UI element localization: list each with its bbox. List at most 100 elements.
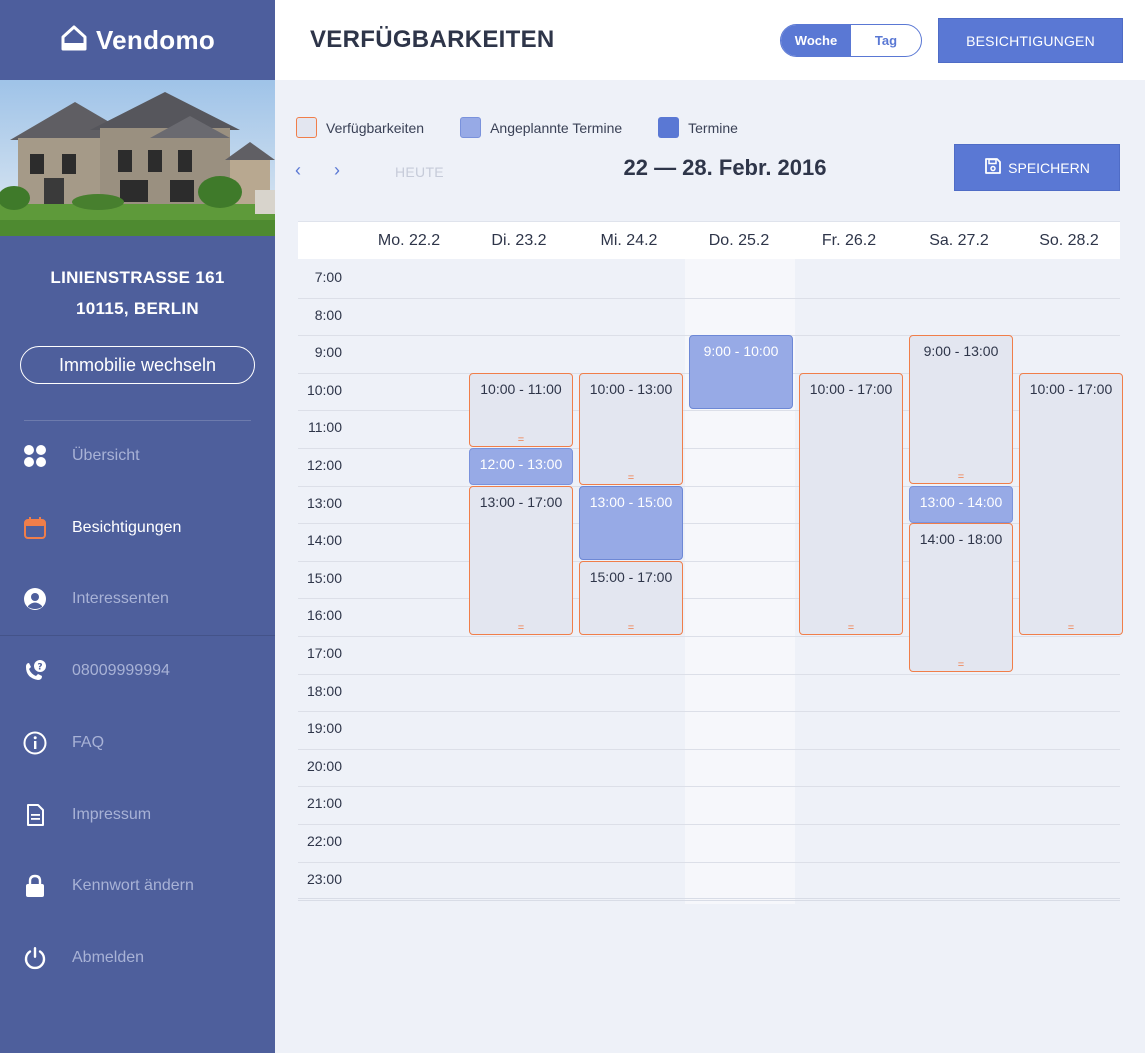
sidebar-item-label: Übersicht [72, 447, 140, 464]
legend-swatch [296, 117, 317, 138]
sidebar-item-phone[interactable]: ? 08009999994 [0, 651, 275, 691]
slot-time-label: 10:00 - 17:00 [809, 381, 893, 397]
legend-swatch [658, 117, 680, 138]
user-circle-icon [22, 586, 48, 612]
availability-slot[interactable]: 15:00 - 17:00 = [579, 561, 683, 635]
save-button[interactable]: SPEICHERN [954, 144, 1120, 191]
legend-item-appointments: Termine [658, 117, 738, 138]
hour-label: 14:00 [306, 532, 342, 548]
resize-handle-icon[interactable]: = [848, 623, 854, 634]
sidebar-divider [0, 635, 275, 636]
slot-time-label: 10:00 - 13:00 [589, 381, 673, 397]
day-header[interactable]: So. 28.2 [1014, 232, 1124, 250]
legend-swatch [460, 117, 482, 138]
hour-label: 7:00 [314, 269, 342, 285]
availability-slot[interactable]: 14:00 - 18:00 = [909, 523, 1013, 672]
hour-label: 22:00 [306, 833, 342, 849]
toggle-week[interactable]: Woche [781, 25, 851, 56]
hour-label: 8:00 [314, 307, 342, 323]
legend-label: Angeplannte Termine [490, 119, 623, 136]
legend-item-planned: Angeplannte Termine [460, 117, 622, 138]
resize-handle-icon[interactable]: = [628, 623, 634, 634]
sidebar-item-label: Abmelden [72, 949, 145, 966]
calendar-icon [22, 515, 48, 541]
resize-handle-icon[interactable]: = [518, 435, 524, 446]
sidebar-item-besichtigungen[interactable]: Besichtigungen [0, 508, 275, 548]
power-icon [22, 945, 48, 971]
slot-time-label: 12:00 - 13:00 [479, 456, 563, 472]
availability-slot[interactable]: 10:00 - 13:00 = [579, 373, 683, 485]
slot-time-label: 9:00 - 10:00 [703, 343, 779, 359]
hour-label: 21:00 [306, 795, 342, 811]
day-header[interactable]: Mi. 24.2 [574, 232, 684, 250]
availability-slot[interactable]: 10:00 - 17:00 = [1019, 373, 1123, 635]
house-logo-icon [60, 25, 88, 56]
week-range-title: 22 — 28. Febr. 2016 [623, 155, 827, 180]
slot-time-label: 14:00 - 18:00 [919, 531, 1003, 547]
sidebar-item-label: Interessenten [72, 590, 169, 607]
appointment-slot[interactable]: 13:00 - 15:00 [579, 486, 683, 560]
hour-gridline [298, 711, 1120, 712]
hour-gridline [298, 674, 1120, 675]
hour-label: 10:00 [306, 382, 342, 398]
sidebar-item-uebersicht[interactable]: Übersicht [0, 436, 275, 476]
hour-label: 17:00 [306, 645, 342, 661]
hour-label: 19:00 [306, 720, 342, 736]
switch-property-button[interactable]: Immobilie wechseln [20, 346, 255, 384]
legend-item-availability: Verfügbarkeiten [296, 117, 424, 138]
availability-slot[interactable]: 10:00 - 11:00 = [469, 373, 573, 447]
sidebar-item-faq[interactable]: FAQ [0, 723, 275, 763]
day-header[interactable]: Sa. 27.2 [904, 232, 1014, 250]
slot-time-label: 13:00 - 17:00 [479, 494, 563, 510]
day-header[interactable]: Mo. 22.2 [354, 232, 464, 250]
hour-gridline [298, 749, 1120, 750]
prev-week-chevron-icon[interactable]: ‹ [295, 160, 301, 181]
logo-text: Vendomo [95, 24, 216, 55]
availability-slot[interactable]: 9:00 - 13:00 = [909, 335, 1013, 484]
slot-time-label: 13:00 - 15:00 [589, 494, 673, 510]
legend: Verfügbarkeiten Angeplannte Termine Term… [296, 117, 774, 138]
resize-handle-icon[interactable]: = [958, 660, 964, 671]
appointment-slot[interactable]: 12:00 - 13:00 [469, 448, 573, 485]
slot-time-label: 10:00 - 17:00 [1029, 381, 1113, 397]
week-calendar: Mo. 22.2 Di. 23.2 Mi. 24.2 Do. 25.2 Fr. 26.2… [298, 221, 1123, 904]
sidebar-divider [24, 420, 251, 421]
hour-label: 13:00 [306, 495, 342, 511]
sidebar-item-label: FAQ [72, 734, 105, 751]
logo[interactable]: Vendomo [0, 0, 275, 80]
sidebar-item-label: Besichtigungen [72, 519, 182, 536]
toggle-day[interactable]: Tag [851, 25, 921, 56]
day-header[interactable]: Do. 25.2 [684, 232, 794, 250]
slot-time-label: 13:00 - 14:00 [919, 494, 1003, 510]
appointment-slot[interactable]: 13:00 - 14:00 [909, 486, 1013, 523]
availability-slot[interactable]: 10:00 - 17:00 = [799, 373, 903, 635]
legend-label: Verfügbarkeiten [326, 119, 425, 136]
view-toggle: Woche Tag [780, 24, 922, 57]
sidebar-item-label: 08009999994 [72, 662, 170, 679]
appointment-slot[interactable]: 9:00 - 10:00 [689, 335, 793, 409]
sidebar-item-kennwort[interactable]: Kennwort ändern [0, 866, 275, 906]
day-header[interactable]: Fr. 26.2 [794, 232, 904, 250]
hour-gridline [298, 862, 1120, 863]
hour-label: 18:00 [306, 683, 342, 699]
property-photo [0, 80, 275, 236]
resize-handle-icon[interactable]: = [1068, 623, 1074, 634]
resize-handle-icon[interactable]: = [958, 472, 964, 483]
sidebar-item-interessenten[interactable]: Interessenten [0, 579, 275, 619]
day-header[interactable]: Di. 23.2 [464, 232, 574, 250]
page-header: VERFÜGBARKEITEN Woche Tag BESICHTIGUNGEN [275, 0, 1145, 80]
lock-icon [22, 873, 48, 899]
sidebar-item-impressum[interactable]: Impressum [0, 795, 275, 835]
next-week-chevron-icon[interactable]: › [334, 160, 340, 181]
sidebar-item-abmelden[interactable]: Abmelden [0, 938, 275, 978]
hour-label: 15:00 [306, 570, 342, 586]
resize-handle-icon[interactable]: = [518, 623, 524, 634]
availability-slot[interactable]: 13:00 - 17:00 = [469, 486, 573, 635]
besichtigungen-button[interactable]: BESICHTIGUNGEN [938, 18, 1123, 63]
hour-gridline [298, 298, 1120, 299]
today-button[interactable]: HEUTE [395, 164, 444, 180]
hour-label: 12:00 [306, 457, 342, 473]
slot-time-label: 10:00 - 11:00 [480, 381, 562, 397]
resize-handle-icon[interactable]: = [628, 473, 634, 484]
info-icon [22, 730, 48, 756]
